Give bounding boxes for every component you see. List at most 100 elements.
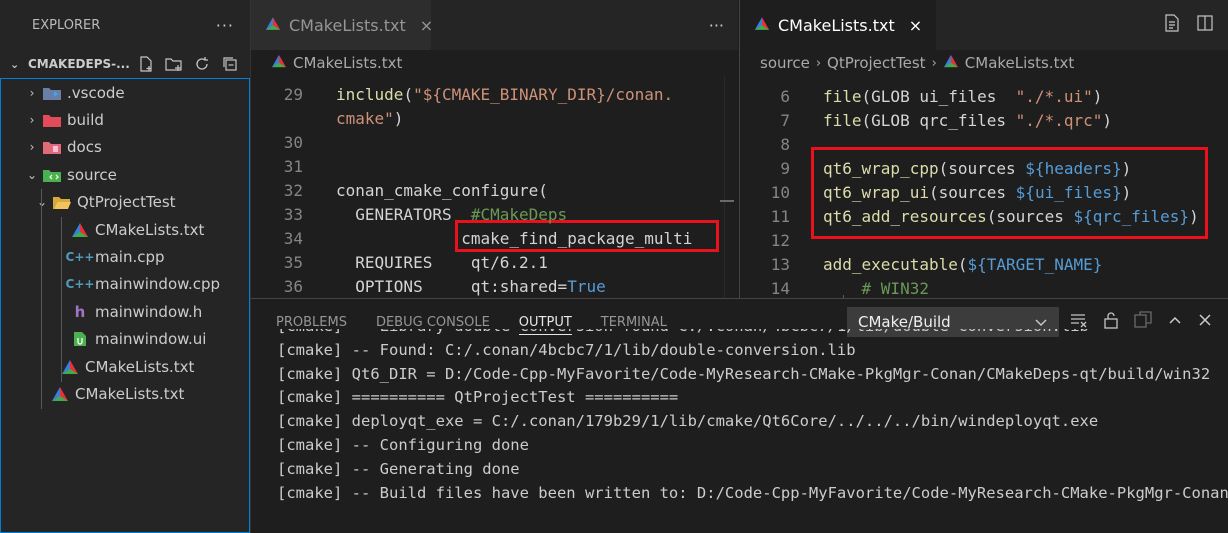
line-number: 6	[780, 86, 790, 106]
scrollbar-marker	[720, 200, 734, 202]
tree-item-root-cmakelists[interactable]: CMakeLists.txt	[1, 380, 249, 407]
code-token: qt6_wrap_cpp	[823, 158, 939, 178]
split-editor-icon[interactable]	[1196, 14, 1214, 36]
more-actions-icon[interactable]: ···	[709, 16, 724, 35]
tree-item-mainwindow-ui[interactable]: mainwindow.ui	[1, 326, 249, 353]
code-editor-right[interactable]: 6 file(GLOB ui_files "./*.ui") 7 file(GLOB …	[740, 76, 1228, 298]
tab-cmakelists-left[interactable]: CMakeLists.txt ×	[251, 0, 433, 50]
code-token: )	[1121, 182, 1132, 202]
code-line: 13 add_executable(${TARGET_NAME}	[740, 252, 1103, 276]
code-text: cmake")	[336, 109, 403, 128]
code-line: 14 # WIN32	[740, 276, 929, 298]
line-number: 32	[283, 180, 303, 200]
code-token: True	[567, 276, 606, 296]
explorer-more-actions-icon[interactable]: ···	[216, 16, 234, 35]
output-line: [cmake] -- Library double-conversion fou…	[277, 329, 1228, 339]
folder-open-icon	[51, 193, 73, 211]
chevron-right-icon: ›	[29, 140, 35, 155]
code-token: (GLOB qrc_files	[861, 110, 1016, 130]
code-line: 33 GENERATORS #CMakeDeps	[251, 202, 567, 226]
collapse-all-icon[interactable]	[220, 54, 240, 74]
tab-problems[interactable]: PROBLEMS	[276, 315, 347, 330]
open-preview-icon[interactable]	[1164, 14, 1180, 36]
code-token: include	[336, 84, 404, 104]
breadcrumb-file[interactable]: CMakeLists.txt	[293, 54, 402, 72]
indent-guide	[61, 217, 62, 382]
breadcrumb-item[interactable]: source	[760, 54, 810, 72]
breadcrumb: source › QtProjectTest › CMakeLists.txt	[740, 50, 1228, 76]
tree-item-source[interactable]: ⌄ source	[1, 161, 249, 188]
line-number: 31	[283, 156, 303, 176]
code-token: (	[957, 254, 968, 274]
workspace-section-header[interactable]: ⌄ CMAKEDEPS-...	[0, 50, 250, 78]
output-log[interactable]: [cmake] -- Library double-conversion fou…	[277, 329, 1228, 533]
chevron-right-icon: ›	[29, 85, 35, 100]
code-token: #CMakeDeps	[470, 204, 568, 224]
code-line: 10 qt6_wrap_ui(sources ${ui_files})	[740, 180, 1132, 204]
tab-actions	[1164, 0, 1214, 50]
code-token: qt6_wrap_ui	[823, 182, 929, 202]
code-line: 8	[740, 132, 823, 156]
code-token: file	[823, 110, 862, 130]
tree-item-mainwindow-cpp[interactable]: C++ mainwindow.cpp	[1, 271, 249, 298]
tab-bar: CMakeLists.txt ×	[740, 0, 1228, 50]
code-token: ${ui_files}	[1015, 182, 1122, 202]
code-text: include("${CMAKE_BINARY_DIR}/conan.	[336, 85, 673, 104]
tree-item-label: mainwindow.cpp	[95, 275, 221, 294]
code-token: (sources	[928, 182, 1016, 202]
tree-item-source-cmakelists[interactable]: CMakeLists.txt	[1, 353, 249, 380]
breadcrumb-file[interactable]: CMakeLists.txt	[965, 54, 1074, 72]
cmake-file-icon	[754, 16, 770, 35]
line-number: 8	[780, 134, 790, 154]
code-token: ${qrc_files}	[1073, 206, 1190, 226]
code-text: OPTIONS qt:shared=True	[336, 276, 606, 296]
new-file-icon[interactable]	[136, 54, 156, 74]
new-folder-icon[interactable]	[164, 54, 184, 74]
code-token: (	[403, 84, 414, 104]
tree-item-cmakelists[interactable]: CMakeLists.txt	[1, 216, 249, 243]
line-number: 10	[770, 182, 790, 202]
close-icon[interactable]: ×	[420, 16, 433, 35]
code-line: 32 conan_cmake_configure(	[251, 178, 548, 202]
code-line: 6 file(GLOB ui_files "./*.ui")	[740, 84, 1102, 108]
tree-item-label: CMakeLists.txt	[75, 384, 185, 403]
cmake-file-icon	[943, 54, 959, 72]
explorer-sidebar: EXPLORER ··· ⌄ CMAKEDEPS-... › .vscode ›…	[0, 0, 251, 533]
tab-terminal[interactable]: TERMINAL	[601, 315, 667, 330]
tree-item-qtprojecttest[interactable]: ⌄ QtProjectTest	[1, 189, 249, 216]
scrollbar[interactable]	[720, 76, 738, 298]
line-number: 11	[770, 206, 790, 226]
code-line: 7 file(GLOB qrc_files "./*.qrc")	[740, 108, 1112, 132]
tree-item-vscode[interactable]: › .vscode	[1, 79, 249, 106]
tree-item-mainwindow-h[interactable]: h mainwindow.h	[1, 298, 249, 325]
refresh-icon[interactable]	[192, 54, 212, 74]
line-number: 34	[283, 228, 303, 248]
code-line: 31	[251, 154, 336, 178]
build-folder-icon	[41, 111, 63, 129]
breadcrumb-item[interactable]: QtProjectTest	[827, 54, 926, 72]
file-tree: › .vscode › build › docs ⌄ source ⌄ QtPr…	[0, 78, 250, 533]
chevron-down-icon: ⌄	[36, 195, 48, 210]
tab-label: CMakeLists.txt	[778, 15, 895, 35]
code-token: (GLOB ui_files	[861, 86, 1016, 106]
code-editor-left[interactable]: 29 include("${CMAKE_BINARY_DIR}/conan. cma…	[251, 76, 738, 298]
line-number: 35	[283, 252, 303, 272]
tab-cmakelists-right[interactable]: CMakeLists.txt ×	[740, 0, 937, 50]
line-number: 9	[780, 158, 790, 178]
code-line: 11 qt6_add_resources(sources ${qrc_files}…	[740, 204, 1199, 228]
cpp-file-icon: C++	[65, 277, 95, 292]
source-folder-icon	[41, 166, 63, 184]
tree-item-label: CMakeLists.txt	[85, 357, 195, 376]
tree-item-docs[interactable]: › docs	[1, 134, 249, 161]
tree-item-build[interactable]: › build	[1, 106, 249, 133]
tree-item-main-cpp[interactable]: C++ main.cpp	[1, 243, 249, 270]
line-number: 13	[770, 254, 790, 274]
code-token: "./*.qrc"	[1015, 110, 1103, 130]
close-icon[interactable]: ×	[909, 16, 922, 35]
code-text: file(GLOB qrc_files "./*.qrc")	[823, 111, 1112, 130]
cmake-file-icon	[271, 54, 287, 72]
breadcrumb: CMakeLists.txt	[251, 50, 738, 76]
chevron-down-icon: ⌄	[26, 167, 38, 182]
tab-debug-console[interactable]: DEBUG CONSOLE	[376, 315, 490, 330]
code-line: 9 qt6_wrap_cpp(sources ${headers})	[740, 156, 1131, 180]
